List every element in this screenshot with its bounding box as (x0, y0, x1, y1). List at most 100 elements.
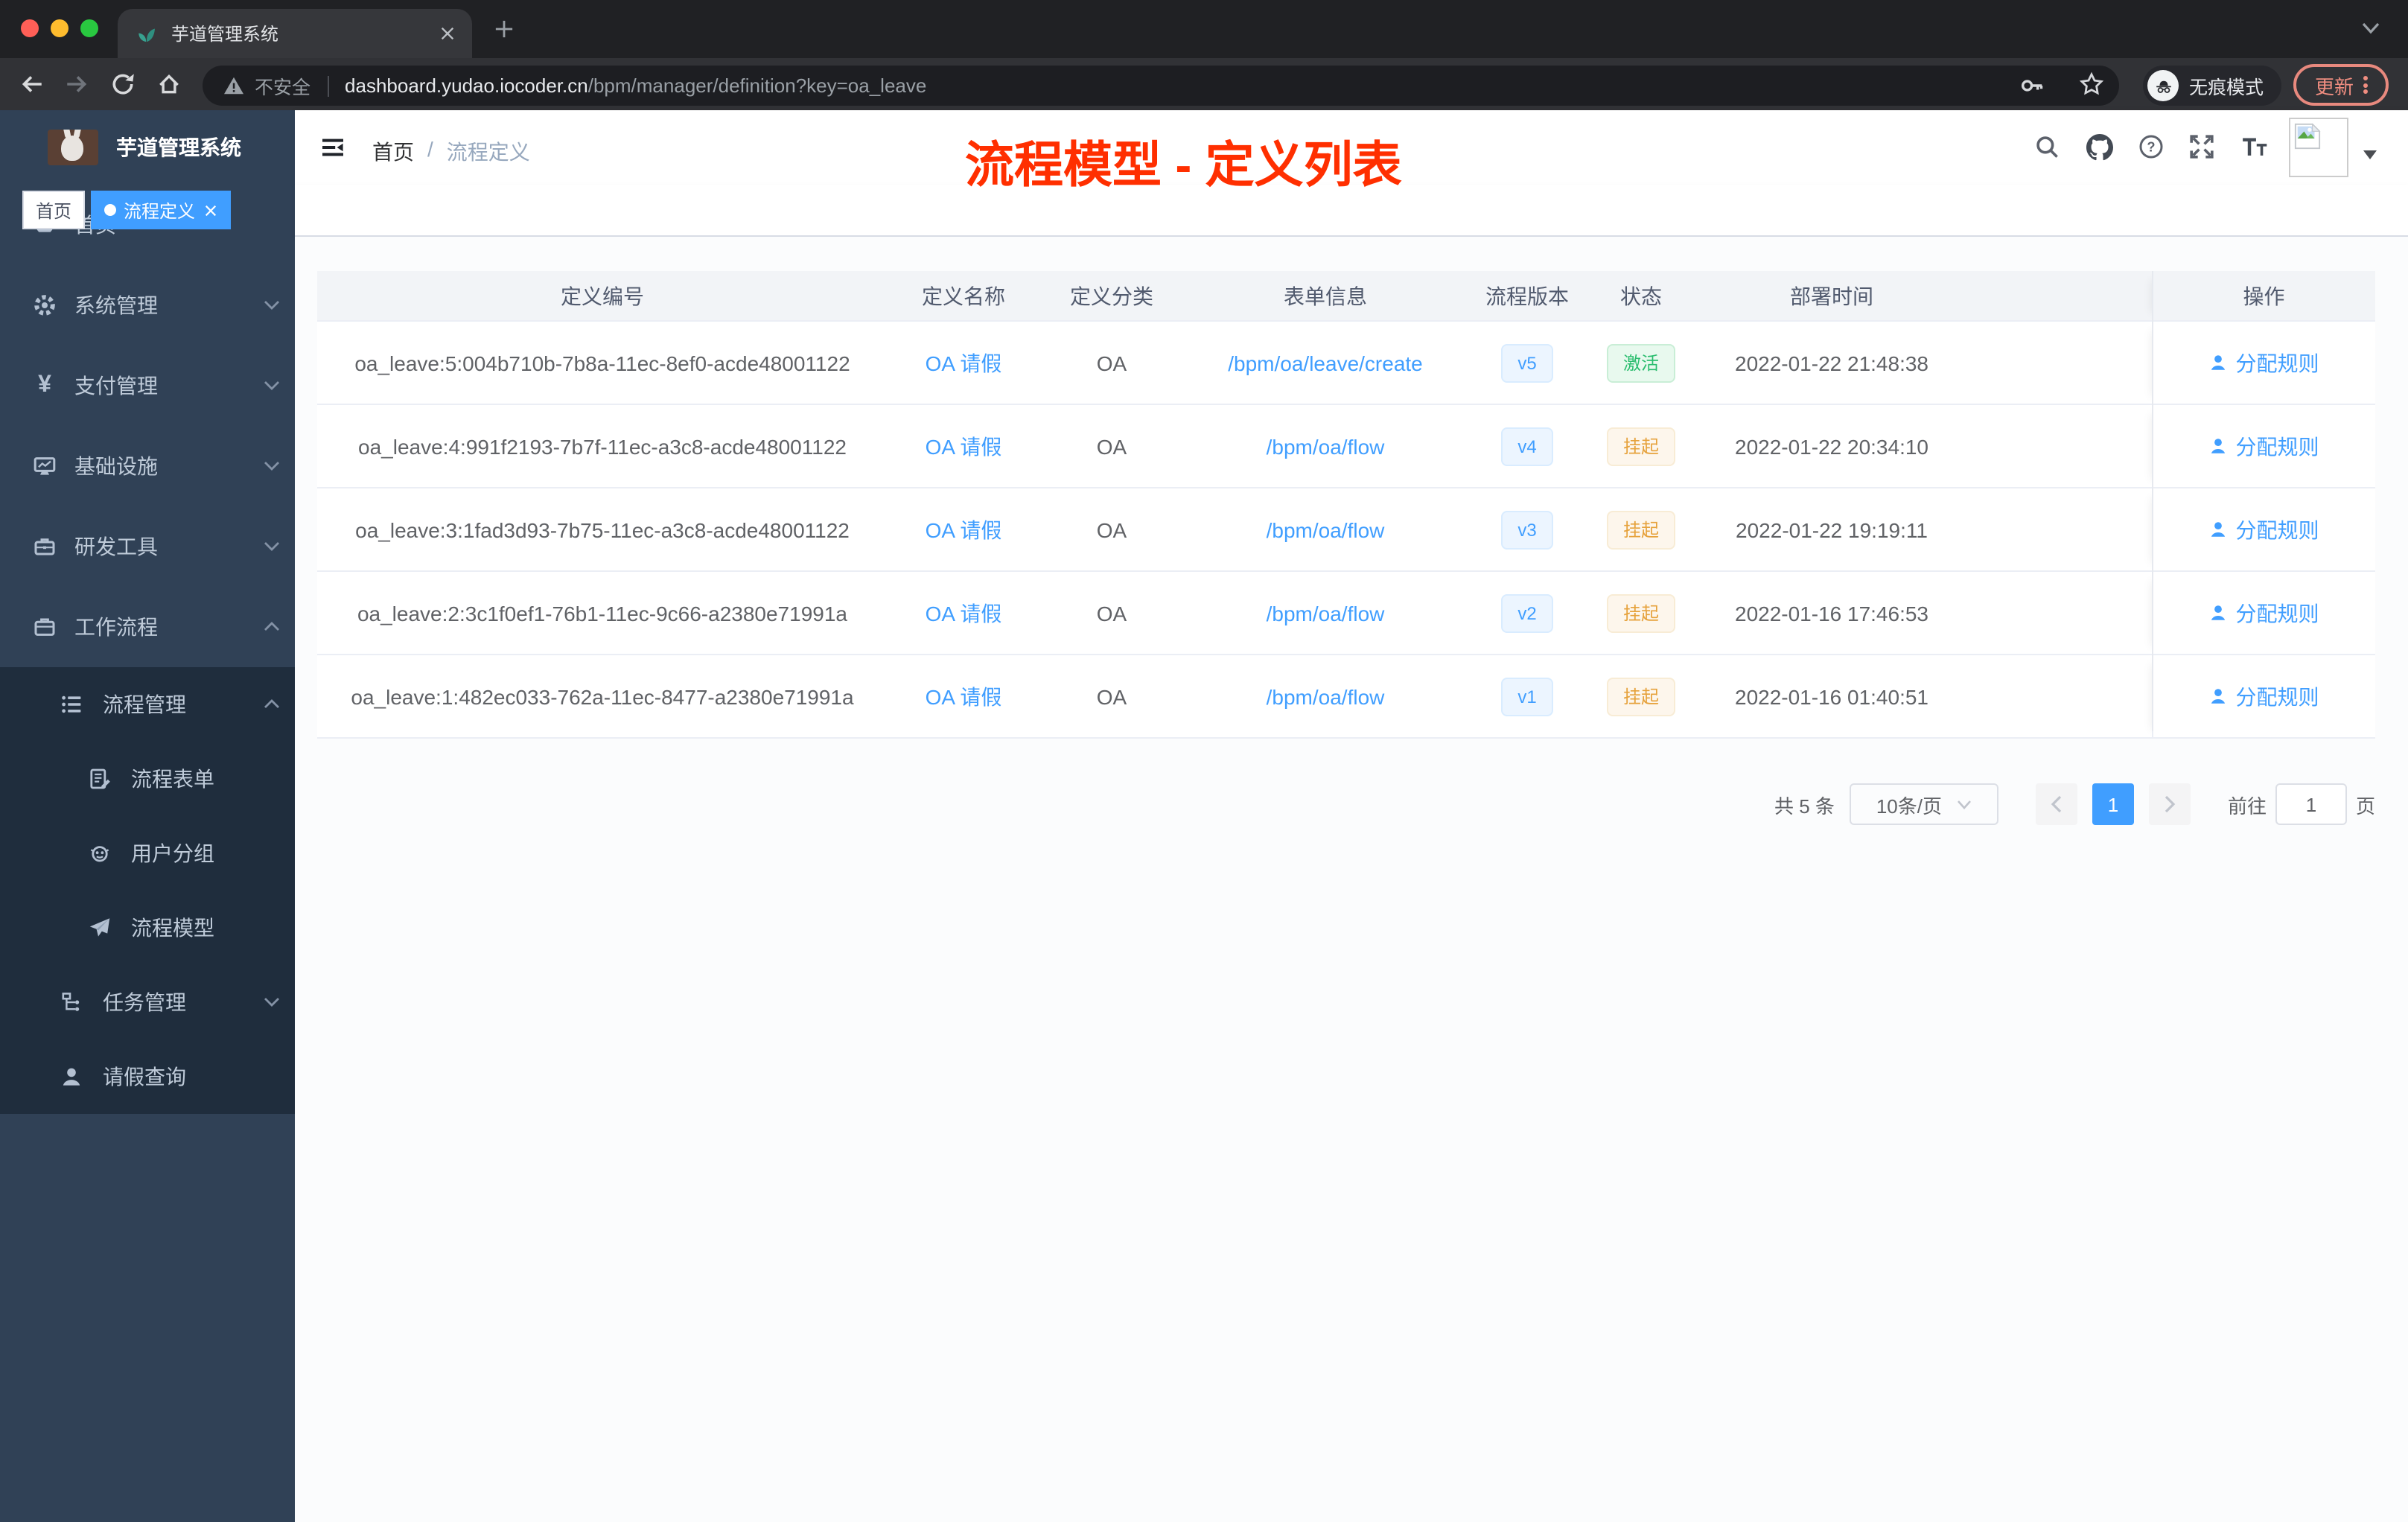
chevron-left-icon (2051, 795, 2062, 813)
assign-rule-button[interactable]: 分配规则 (2209, 681, 2319, 711)
page-size-select[interactable]: 10条/页 (1849, 783, 1998, 825)
sidebar-item-task-management[interactable]: 任务管理 (0, 965, 295, 1039)
definition-name-link[interactable]: OA 请假 (926, 434, 1002, 458)
fullscreen-icon[interactable] (2189, 134, 2214, 159)
back-icon[interactable] (19, 71, 45, 97)
forward-icon[interactable] (64, 71, 89, 97)
password-key-icon[interactable] (2019, 73, 2045, 98)
not-secure-warning-icon (223, 76, 244, 95)
pagination: 共 5 条 10条/页 1 前往 页 (1774, 783, 2375, 825)
address-bar[interactable]: 不安全 dashboard.yudao.iocoder.cn/bpm/manag… (203, 66, 2119, 106)
browser-update-button[interactable]: 更新 (2293, 64, 2389, 106)
new-tab-button[interactable] (494, 19, 514, 39)
sidebar-item-label: 流程模型 (131, 916, 214, 940)
briefcase-icon (33, 615, 57, 639)
definition-name-link[interactable]: OA 请假 (926, 351, 1002, 375)
column-header-deploy-time: 部署时间 (1695, 271, 1969, 322)
user-icon (60, 1065, 83, 1089)
help-icon[interactable]: ? (2138, 134, 2164, 159)
yen-icon: ¥ (38, 372, 51, 398)
next-page-button[interactable] (2148, 783, 2191, 825)
tab-search-chevron-icon[interactable] (2362, 22, 2380, 34)
sidebar-item-payment[interactable]: ¥ 支付管理 (0, 346, 295, 426)
github-icon[interactable] (2086, 134, 2113, 161)
tag-home[interactable]: 首页 (22, 191, 86, 229)
column-header-category: 定义分类 (1039, 271, 1184, 322)
chevron-right-icon (2165, 795, 2176, 813)
table-row: oa_leave:2:3c1f0ef1-76b1-11ec-9c66-a2380… (317, 571, 2375, 655)
sidebar-item-process-form[interactable]: 流程表单 (0, 742, 295, 816)
sidebar-item-workflow[interactable]: 工作流程 (0, 587, 295, 667)
logo-image (48, 130, 98, 165)
cell-definition-id: oa_leave:2:3c1f0ef1-76b1-11ec-9c66-a2380… (317, 571, 888, 655)
prev-page-button[interactable] (2035, 783, 2077, 825)
sidebar-submenu: 流程管理 流程表单 用户分组 流程模型 任务管理 请假查询 (0, 667, 295, 1114)
assign-rule-button[interactable]: 分配规则 (2209, 348, 2319, 378)
reload-icon[interactable] (110, 71, 136, 97)
form-link[interactable]: /bpm/oa/flow (1267, 434, 1385, 458)
broken-image-icon (2294, 123, 2321, 150)
browser-tab[interactable]: 芋道管理系统 (118, 9, 472, 58)
sidebar-collapse-icon[interactable] (320, 136, 345, 159)
page-number-1[interactable]: 1 (2092, 783, 2134, 825)
cell-deploy-time: 2022-01-16 17:46:53 (1695, 571, 1969, 655)
window-zoom-button[interactable] (80, 19, 98, 37)
form-link[interactable]: /bpm/oa/flow (1267, 601, 1385, 625)
sidebar-item-infrastructure[interactable]: 基础设施 (0, 426, 295, 506)
definition-name-link[interactable]: OA 请假 (926, 684, 1002, 708)
tag-close-icon[interactable] (204, 203, 217, 217)
assign-rule-button[interactable]: 分配规则 (2209, 515, 2319, 544)
breadcrumb-home-link[interactable]: 首页 (372, 137, 414, 167)
search-icon[interactable] (2034, 134, 2060, 159)
version-badge: v5 (1501, 343, 1553, 382)
chevron-up-icon (264, 698, 280, 710)
incognito-chip: 无痕模式 (2143, 66, 2281, 106)
sidebar-item-label: 工作流程 (74, 615, 158, 639)
sidebar-item-label: 系统管理 (74, 293, 158, 317)
avatar[interactable] (2289, 118, 2348, 177)
tree-icon (60, 990, 83, 1014)
avatar-caret-icon[interactable] (2363, 150, 2377, 159)
cell-deploy-time: 2022-01-22 20:34:10 (1695, 404, 1969, 488)
definition-name-link[interactable]: OA 请假 (926, 518, 1002, 541)
chevron-down-icon (264, 380, 280, 392)
sidebar-item-label: 请假查询 (103, 1065, 186, 1089)
definition-name-link[interactable]: OA 请假 (926, 601, 1002, 625)
assign-rule-button[interactable]: 分配规则 (2209, 431, 2319, 461)
assign-rule-button[interactable]: 分配规则 (2209, 598, 2319, 628)
main-content: 定义编号 定义名称 定义分类 表单信息 流程版本 状态 部署时间 操作 oa_l… (295, 237, 2408, 1522)
browser-menu-kebab-icon[interactable] (2363, 74, 2367, 96)
sidebar-logo-row[interactable]: 芋道管理系统 (0, 110, 295, 185)
home-icon[interactable] (156, 71, 182, 97)
sidebar-item-process-model[interactable]: 流程模型 (0, 891, 295, 965)
breadcrumb-current: 流程定义 (446, 140, 530, 164)
sidebar-item-devtools[interactable]: 研发工具 (0, 506, 295, 587)
goto-page-input[interactable] (2275, 783, 2347, 825)
page-unit-label: 页 (2355, 795, 2375, 817)
font-size-icon[interactable] (2241, 134, 2268, 159)
sidebar-item-user-group[interactable]: 用户分组 (0, 816, 295, 891)
tag-process-definition[interactable]: 流程定义 (91, 191, 232, 229)
form-link[interactable]: /bpm/oa/flow (1267, 518, 1385, 541)
definition-table: 定义编号 定义名称 定义分类 表单信息 流程版本 状态 部署时间 操作 oa_l… (317, 271, 2375, 739)
sidebar-item-process-management[interactable]: 流程管理 (0, 667, 295, 742)
tab-close-icon[interactable] (439, 25, 456, 42)
incognito-icon (2147, 70, 2179, 101)
table-header-row: 定义编号 定义名称 定义分类 表单信息 流程版本 状态 部署时间 操作 (317, 271, 2375, 322)
column-header-status: 状态 (1587, 271, 1695, 322)
sidebar-item-leave-query[interactable]: 请假查询 (0, 1039, 295, 1114)
form-link[interactable]: /bpm/oa/flow (1267, 684, 1385, 708)
window-minimize-button[interactable] (51, 19, 69, 37)
sidebar-item-label: 流程管理 (103, 692, 186, 716)
bookmark-star-icon[interactable] (2079, 71, 2104, 97)
window-close-button[interactable] (21, 19, 39, 37)
person-icon (2211, 689, 2226, 704)
form-link[interactable]: /bpm/oa/leave/create (1228, 351, 1423, 375)
person-icon (2211, 605, 2226, 620)
table-row: oa_leave:1:482ec033-762a-11ec-8477-a2380… (317, 655, 2375, 739)
sidebar-item-system[interactable]: 系统管理 (0, 265, 295, 346)
url-host: dashboard.yudao.iocoder.cn (345, 74, 588, 97)
table-row: oa_leave:5:004b710b-7b8a-11ec-8ef0-acde4… (317, 321, 2375, 405)
table-row: oa_leave:3:1fad3d93-7b75-11ec-a3c8-acde4… (317, 488, 2375, 572)
tag-label: 流程定义 (124, 200, 196, 221)
